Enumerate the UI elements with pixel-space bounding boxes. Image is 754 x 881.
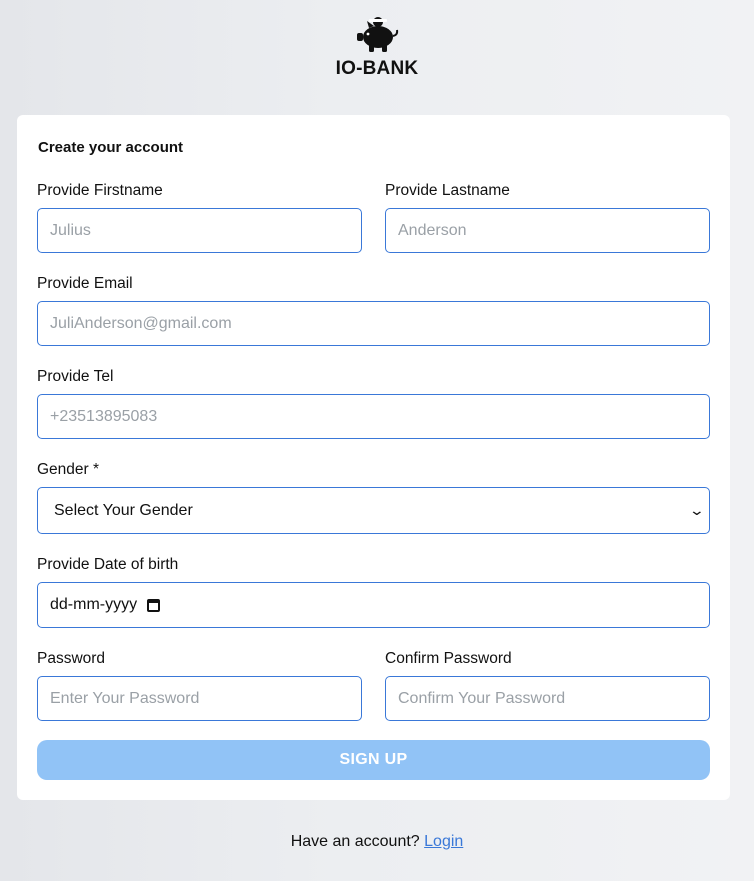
gender-field: Gender * Select Your Gender ⌄ <box>37 461 710 534</box>
dob-field: Provide Date of birth dd-mm-yyyy <box>37 556 710 628</box>
dob-value: dd-mm-yyyy <box>50 596 138 613</box>
firstname-field: Provide Firstname <box>37 182 362 253</box>
password-input[interactable] <box>37 676 362 721</box>
signup-button[interactable]: SIGN UP <box>37 740 710 780</box>
confirm-password-label: Confirm Password <box>385 650 512 667</box>
footer: Have an account? Login <box>0 833 754 851</box>
gender-select[interactable]: Select Your Gender ⌄ <box>37 487 710 534</box>
login-link[interactable]: Login <box>424 833 463 850</box>
chevron-down-icon: ⌄ <box>688 502 706 518</box>
gender-label: Gender * <box>37 461 100 478</box>
brand-name: IO-BANK <box>335 58 419 79</box>
firstname-input[interactable] <box>37 208 362 253</box>
email-field: Provide Email <box>37 275 710 346</box>
signup-card: Create your account Provide Firstname Pr… <box>17 115 730 800</box>
password-field: Password <box>37 650 362 721</box>
piggy-bank-icon <box>357 17 399 52</box>
gender-selected-value: Select Your Gender <box>54 501 193 519</box>
dob-input[interactable]: dd-mm-yyyy <box>37 582 710 628</box>
email-input[interactable] <box>37 301 710 346</box>
calendar-icon[interactable] <box>147 598 161 612</box>
lastname-input[interactable] <box>385 208 710 253</box>
lastname-label: Provide Lastname <box>385 182 510 199</box>
form-title: Create your account <box>38 139 184 156</box>
email-label: Provide Email <box>37 275 133 292</box>
dob-label: Provide Date of birth <box>37 556 179 573</box>
brand: IO-BANK <box>0 14 754 80</box>
confirm-password-input[interactable] <box>385 676 710 721</box>
tel-field: Provide Tel <box>37 368 710 439</box>
footer-prompt: Have an account? <box>290 833 420 850</box>
firstname-label: Provide Firstname <box>37 182 163 199</box>
password-label: Password <box>37 650 106 667</box>
tel-label: Provide Tel <box>37 368 114 385</box>
lastname-field: Provide Lastname <box>385 182 710 253</box>
tel-input[interactable] <box>37 394 710 439</box>
confirm-password-field: Confirm Password <box>385 650 710 721</box>
